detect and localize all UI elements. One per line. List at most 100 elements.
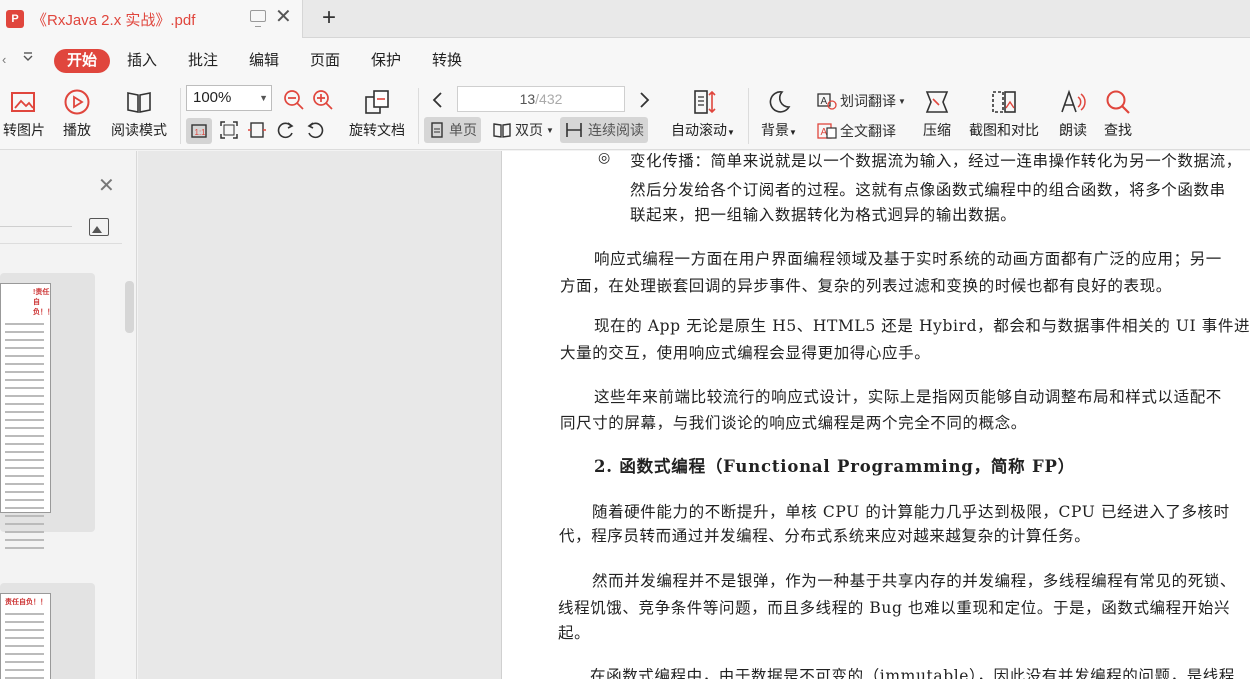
paragraph-line: 方面，在处理嵌套回调的异步事件、复杂的列表过滤和变换的时候也都有良好的表现。 (560, 277, 1172, 295)
document-tab[interactable]: P 《RxJava 2.x 实战》.pdf ✕ (0, 0, 303, 38)
zoom-in-icon[interactable] (312, 89, 334, 111)
continuous-read-button[interactable]: 连续阅读 (560, 117, 648, 143)
read-mode-button[interactable]: 阅读模式 (107, 88, 171, 140)
continuous-read-label: 连续阅读 (588, 122, 644, 138)
paragraph-line: 在函数式编程中，由于数据是不可变的（immutable），因此没有并发编程的问题… (590, 667, 1236, 679)
full-translate-icon: A (817, 123, 837, 139)
moon-icon (769, 91, 791, 113)
menu-protect[interactable]: 保护 (371, 49, 401, 73)
bullet-line: 变化传播：简单来说就是以一个数据流为输入，经过一连串操作转化为另一个数据流， (630, 152, 1242, 170)
image-icon[interactable] (89, 218, 109, 236)
toolbar: 转图片 播放 阅读模式 100% ▼ 1:1 旋转文档 13/432 单页 双页 (0, 82, 1250, 150)
page-thumbnail[interactable]: !责任自负！！ (0, 273, 95, 549)
panel-input-underline (0, 226, 72, 227)
menu-start[interactable]: 开始 (54, 49, 111, 73)
paragraph-line: 随着硬件能力的不断提升，单核 CPU 的计算能力几乎达到极限，CPU 已经进入了… (592, 503, 1230, 521)
prev-page-icon[interactable] (430, 90, 446, 110)
new-tab-icon[interactable]: + (322, 5, 336, 31)
page-thumbnail[interactable]: 责任自负！！ (0, 583, 95, 679)
full-translate-label: 全文翻译 (840, 123, 896, 139)
menu-bar: ‹ 开始 插入 批注 编辑 页面 保护 转换 (0, 38, 1250, 82)
paragraph-line: 响应式编程一方面在用户界面编程领域及基于实时系统的动画方面都有广泛的应用；另一 (594, 250, 1222, 268)
read-aloud-button[interactable]: 朗读 (1054, 88, 1092, 140)
paragraph-line: 大量的交互，使用响应式编程会显得更加得心应手。 (560, 344, 931, 362)
single-page-label: 单页 (449, 122, 477, 138)
auto-scroll-icon (694, 90, 716, 114)
menu-insert[interactable]: 插入 (127, 49, 157, 73)
word-translate-button[interactable]: A 划词翻译 ▼ (812, 88, 910, 114)
toolbar-divider (180, 88, 181, 144)
auto-scroll-label: 自动滚动▼ (671, 122, 735, 138)
svg-text:1:1: 1:1 (195, 128, 207, 137)
panel-scrollbar[interactable] (125, 281, 134, 333)
current-page: 13 (519, 91, 536, 107)
rotate-document-icon (365, 90, 389, 114)
document-tab-title[interactable]: 《RxJava 2.x 实战》.pdf (32, 9, 195, 30)
paragraph-line: 代，程序员转而通过并发编程、分布式系统来应对越来越复杂的计算任务。 (559, 527, 1091, 545)
paragraph-line: 线程饥饿、竞争条件等问题，而且多线程的 Bug 也难以重现和定位。于是，函数式编… (558, 599, 1231, 617)
paragraph-line: 这些年来前端比较流行的响应式设计，实际上是指网页能够自动调整布局和样式以适配不 (594, 388, 1222, 406)
fit-page-icon[interactable] (219, 120, 239, 140)
thumbnail-page: !责任自负！！ (0, 283, 54, 549)
screenshot-compare-icon (992, 91, 1016, 113)
background-button[interactable]: 背景▼ (756, 88, 802, 140)
double-page-label: 双页 (515, 122, 543, 138)
menu-edit[interactable]: 编辑 (249, 49, 279, 73)
menu-dropdown-icon[interactable] (22, 51, 34, 66)
next-page-icon[interactable] (636, 90, 652, 110)
bullet-line: 然后分发给各个订阅者的过程。这就有点像函数式编程中的组合函数，将多个函数串 (630, 181, 1226, 199)
menu-page[interactable]: 页面 (310, 49, 340, 73)
chevron-left-icon[interactable]: ‹ (2, 52, 6, 67)
double-page-icon (493, 123, 511, 138)
rotate-document-label: 旋转文档 (349, 122, 405, 138)
auto-scroll-button[interactable]: 自动滚动▼ (666, 88, 740, 140)
toolbar-divider (418, 88, 419, 144)
book-icon (127, 92, 151, 113)
paragraph-line: 起。 (558, 624, 591, 642)
rotate-left-icon[interactable] (276, 120, 296, 140)
find-button[interactable]: 查找 (1100, 88, 1136, 140)
play-icon (64, 89, 90, 115)
screenshot-compare-button[interactable]: 截图和对比 (964, 88, 1044, 140)
single-page-button[interactable]: 单页 (424, 117, 481, 143)
background-label: 背景▼ (761, 122, 797, 138)
search-icon (1106, 90, 1130, 114)
zoom-out-icon[interactable] (283, 89, 305, 111)
chevron-down-icon: ▼ (546, 125, 554, 135)
compress-button[interactable]: 压缩 (917, 88, 957, 140)
play-button[interactable]: 播放 (60, 88, 94, 140)
close-tab-icon[interactable]: ✕ (275, 7, 292, 27)
document-page[interactable]: ◎ 变化传播：简单来说就是以一个数据流为输入，经过一连串操作转化为另一个数据流，… (501, 151, 1250, 679)
zoom-value: 100% (193, 89, 232, 106)
double-page-button[interactable]: 双页 ▼ (488, 117, 558, 143)
menu-convert[interactable]: 转换 (432, 49, 462, 73)
thumbnail-panel: ✕ !责任自负！！ 责任自负！！ (0, 151, 137, 679)
actual-size-icon: 1:1 (191, 124, 207, 138)
screen-icon[interactable] (250, 10, 266, 27)
image-convert-icon (11, 92, 35, 112)
fit-width-icon[interactable] (247, 120, 267, 140)
continuous-read-icon (566, 123, 582, 137)
single-page-icon (431, 122, 443, 138)
panel-divider (0, 243, 122, 244)
actual-size-button[interactable]: 1:1 (186, 118, 212, 144)
zoom-select[interactable]: 100% ▼ (186, 85, 272, 111)
full-translate-button[interactable]: A 全文翻译 (812, 118, 900, 144)
find-label: 查找 (1104, 122, 1132, 138)
toolbar-divider (748, 88, 749, 144)
compress-label: 压缩 (923, 122, 951, 138)
page-number-input[interactable]: 13/432 (457, 86, 625, 112)
rotate-right-icon[interactable] (305, 120, 325, 140)
tab-bar: P 《RxJava 2.x 实战》.pdf ✕ + (0, 0, 1250, 38)
word-translate-label: 划词翻译 (840, 93, 896, 109)
paragraph-line: 同尺寸的屏幕，与我们谈论的响应式编程是两个完全不同的概念。 (560, 414, 1027, 432)
chevron-down-icon: ▼ (898, 96, 906, 106)
rotate-document-button[interactable]: 旋转文档 (344, 88, 410, 140)
close-panel-icon[interactable]: ✕ (98, 173, 115, 198)
thumbnail-page: 责任自负！！ (0, 593, 51, 679)
section-heading: 2. 函数式编程（Functional Programming，简称 FP） (594, 457, 1076, 476)
svg-text:A: A (821, 96, 828, 107)
to-image-button[interactable]: 转图片 (0, 88, 48, 140)
word-translate-icon: A (817, 93, 837, 110)
menu-annotate[interactable]: 批注 (188, 49, 218, 73)
